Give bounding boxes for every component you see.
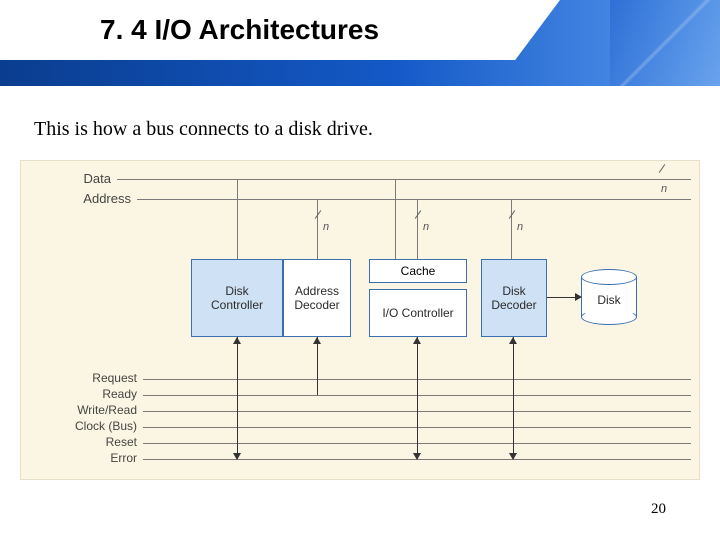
ctrl-conn-io [417,337,418,459]
disk-decoder-to-disk-line [547,297,577,298]
cache-box: Cache [369,259,467,283]
ctrl-conn-disk-controller-down [233,453,241,460]
ctrl-conn-addr-decoder-up [313,337,321,344]
data-drop-disk-controller [237,179,238,259]
ctrl-clock-label: Clock (Bus) [49,419,137,433]
ctrl-conn-io-down [413,453,421,460]
ctrl-conn-addr-decoder [317,337,318,395]
address-bus-line [137,199,691,200]
cache-label: Cache [401,264,436,278]
ctrl-request-label: Request [49,371,137,385]
slide-caption: This is how a bus connects to a disk dri… [34,118,373,141]
io-controller-box: I/O Controller [369,289,467,337]
figure: Data Address n n n n Disk Controller Add… [20,160,700,480]
ctrl-conn-diskdec-up [509,337,517,344]
ctrl-conn-io-up [413,337,421,344]
ctrl-conn-disk-controller [237,337,238,459]
addr-drop-decoder-n: n [323,221,329,233]
ctrl-conn-disk-controller-up [233,337,241,344]
ctrl-ready-label: Ready [49,387,137,401]
disk-decoder-to-disk-arrow [575,293,582,301]
io-controller-label: I/O Controller [382,306,453,320]
slide-title: 7. 4 I/O Architectures [100,14,379,46]
disk-controller-label: Disk Controller [211,284,263,313]
page-number: 20 [651,501,666,518]
ctrl-conn-diskdec [513,337,514,459]
data-bus-label: Data [63,171,111,186]
data-bus-width-n: n [661,183,667,195]
disk-label: Disk [581,293,637,307]
ctrl-error-label: Error [49,451,137,465]
disk-decoder-label: Disk Decoder [491,284,536,313]
title-corner-decor [610,0,720,86]
ctrl-conn-diskdec-down [509,453,517,460]
data-bus-line [117,179,691,180]
addr-drop-diskdec-n: n [517,221,523,233]
slide: 7. 4 I/O Architectures This is how a bus… [0,0,720,540]
ctrl-writeread-label: Write/Read [49,403,137,417]
address-decoder-box: Address Decoder [283,259,351,337]
disk-controller-box: Disk Controller [191,259,283,337]
data-drop-io [395,179,396,259]
address-bus-label: Address [63,191,131,206]
addr-drop-io-n: n [423,221,429,233]
disk-decoder-box: Disk Decoder [481,259,547,337]
ctrl-reset-label: Reset [49,435,137,449]
address-decoder-label: Address Decoder [294,284,339,313]
